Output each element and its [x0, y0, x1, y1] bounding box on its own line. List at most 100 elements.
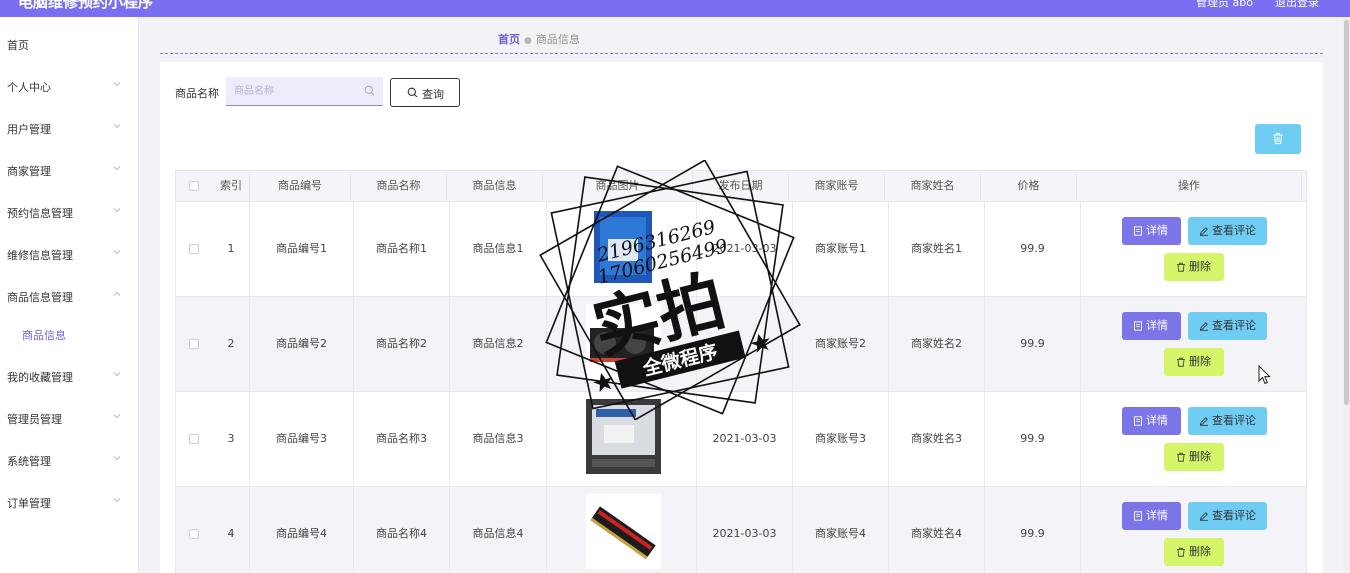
- app-title: 电脑维修预约小程序: [18, 0, 154, 11]
- sidebar-item-user-management[interactable]: 用户管理: [0, 116, 139, 140]
- view-comments-button[interactable]: 查看评论: [1188, 217, 1267, 245]
- sidebar: 首页 个人中心 用户管理 商家管理 预约信息管理 维修信息管理 商品信息管理 商…: [0, 17, 139, 573]
- search-box: [226, 77, 383, 106]
- batch-delete-button[interactable]: [1255, 124, 1301, 154]
- top-bar: 电脑维修预约小程序 管理员 abo 退出登录: [0, 0, 1350, 17]
- breadcrumb-home[interactable]: 首页: [498, 33, 520, 46]
- chevron-down-icon: [113, 124, 121, 129]
- query-button-label: 查询: [422, 88, 444, 101]
- column-header-info: 商品信息: [447, 171, 543, 201]
- scrollbar-thumb[interactable]: [1344, 20, 1349, 405]
- row-checkbox[interactable]: [189, 529, 199, 539]
- search-input[interactable]: [234, 83, 358, 99]
- select-all-checkbox[interactable]: [189, 181, 199, 191]
- cell-date: 2021-03-03: [697, 487, 793, 573]
- sidebar-item-product-management[interactable]: 商品信息管理: [0, 284, 139, 308]
- detail-button-label: 详情: [1146, 509, 1168, 522]
- sidebar-item-merchant-management[interactable]: 商家管理: [0, 158, 139, 182]
- detail-button[interactable]: 详情: [1122, 217, 1181, 245]
- trash-icon: [1177, 452, 1185, 462]
- admin-user-label: 管理员 abo: [1196, 0, 1253, 9]
- column-header-actions: 操作: [1077, 171, 1302, 201]
- trash-icon: [1177, 547, 1185, 557]
- delete-button[interactable]: 删除: [1164, 443, 1224, 471]
- cell-name: 商品名称2: [354, 297, 450, 391]
- chevron-down-icon: [113, 414, 121, 419]
- sidebar-item-label: 首页: [7, 39, 29, 52]
- sidebar-item-booking-management[interactable]: 预约信息管理: [0, 200, 139, 224]
- cell-name: 商品名称1: [354, 202, 450, 296]
- delete-button-label: 删除: [1189, 260, 1211, 273]
- logout-link[interactable]: 退出登录: [1275, 0, 1319, 10]
- cell-index: 1: [213, 202, 250, 296]
- sidebar-subitem-product-info[interactable]: 商品信息: [0, 322, 139, 346]
- cell-price: 99.9: [985, 202, 1081, 296]
- cell-merchant: 商家姓名3: [889, 392, 985, 486]
- view-comments-button[interactable]: 查看评论: [1188, 312, 1267, 340]
- sidebar-item-label: 商品信息管理: [7, 291, 73, 304]
- column-header-code: 商品编号: [250, 171, 351, 201]
- sidebar-item-admin-management[interactable]: 管理员管理: [0, 406, 139, 430]
- detail-button[interactable]: 详情: [1122, 502, 1181, 530]
- sidebar-item-label: 管理员管理: [7, 413, 62, 426]
- cell-merchant: 商家姓名4: [889, 487, 985, 573]
- sidebar-item-system-management[interactable]: 系统管理: [0, 448, 139, 472]
- edit-icon: [1199, 322, 1208, 331]
- column-header-index: 索引: [213, 171, 250, 201]
- delete-button[interactable]: 删除: [1164, 538, 1224, 566]
- table-row: 4 商品编号4 商品名称4 商品信息4 2021-03-03 商家账号4 商家姓…: [175, 487, 1307, 573]
- cell-merchant: 商家姓名1: [889, 202, 985, 296]
- product-image-memory: [586, 494, 661, 569]
- cell-index: 4: [213, 487, 250, 573]
- document-icon: [1134, 226, 1142, 236]
- column-header-price: 价格: [981, 171, 1077, 201]
- cell-account: 商家账号4: [793, 487, 889, 573]
- delete-button[interactable]: 删除: [1164, 348, 1224, 376]
- cell-info: 商品信息4: [450, 487, 547, 573]
- view-comments-button[interactable]: 查看评论: [1188, 502, 1267, 530]
- column-header-name: 商品名称: [351, 171, 447, 201]
- sidebar-item-label: 商品信息: [22, 329, 66, 342]
- sidebar-item-label: 个人中心: [7, 81, 51, 94]
- breadcrumb-current: 商品信息: [535, 33, 580, 46]
- detail-button-label: 详情: [1146, 224, 1168, 237]
- sidebar-item-label: 系统管理: [7, 455, 51, 468]
- delete-button-label: 删除: [1189, 355, 1211, 368]
- breadcrumb-separator-icon: ●: [524, 36, 532, 46]
- row-checkbox[interactable]: [189, 244, 199, 254]
- detail-button-label: 详情: [1146, 414, 1168, 427]
- search-icon: [364, 85, 375, 96]
- view-comments-button[interactable]: 查看评论: [1188, 407, 1267, 435]
- chevron-down-icon: [113, 456, 121, 461]
- row-checkbox[interactable]: [189, 339, 199, 349]
- row-checkbox[interactable]: [189, 434, 199, 444]
- detail-button[interactable]: 详情: [1122, 312, 1181, 340]
- cell-merchant: 商家姓名2: [889, 297, 985, 391]
- cell-code: 商品编号1: [250, 202, 354, 296]
- delete-button[interactable]: 删除: [1164, 253, 1224, 281]
- edit-icon: [1199, 227, 1208, 236]
- chevron-down-icon: [113, 166, 121, 171]
- view-comments-button-label: 查看评论: [1212, 509, 1256, 522]
- sidebar-item-favorites-management[interactable]: 我的收藏管理: [0, 364, 139, 388]
- sidebar-item-label: 用户管理: [7, 123, 51, 136]
- sidebar-item-label: 我的收藏管理: [7, 371, 73, 384]
- sidebar-item-order-management[interactable]: 订单管理: [0, 490, 139, 514]
- edit-icon: [1199, 512, 1208, 521]
- trash-icon: [1273, 133, 1283, 145]
- sidebar-item-personal-center[interactable]: 个人中心: [0, 74, 139, 98]
- cell-index: 3: [213, 392, 250, 486]
- detail-button-label: 详情: [1146, 319, 1168, 332]
- sidebar-item-home[interactable]: 首页: [0, 32, 139, 56]
- cell-code: 商品编号3: [250, 392, 354, 486]
- cell-code: 商品编号2: [250, 297, 354, 391]
- search-label: 商品名称: [175, 87, 219, 100]
- sidebar-item-label: 预约信息管理: [7, 207, 73, 220]
- query-button[interactable]: 查询: [390, 78, 460, 107]
- detail-button[interactable]: 详情: [1122, 407, 1181, 435]
- sidebar-item-repair-management[interactable]: 维修信息管理: [0, 242, 139, 266]
- cell-name: 商品名称3: [354, 392, 450, 486]
- view-comments-button-label: 查看评论: [1212, 224, 1256, 237]
- sidebar-item-label: 商家管理: [7, 165, 51, 178]
- cell-index: 2: [213, 297, 250, 391]
